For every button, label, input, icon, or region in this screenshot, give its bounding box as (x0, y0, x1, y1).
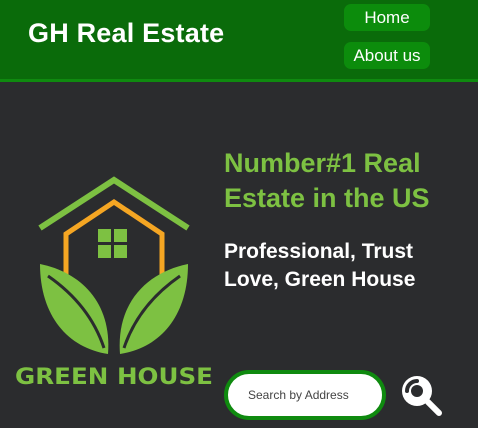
brand-title: GH Real Estate (28, 18, 225, 48)
logo-text: GREEN HOUSE (15, 364, 213, 388)
hero-headline: Number#1 Real Estate in the US (224, 146, 478, 216)
headline-line-2: Estate in the US (224, 183, 430, 213)
hero-tagline: Professional, Trust Love, Green House (224, 238, 478, 294)
nav-home-button[interactable]: Home (344, 4, 430, 31)
search-button[interactable] (398, 372, 444, 418)
nav-about-button[interactable]: About us (344, 42, 430, 69)
tagline-line-1: Professional, Trust (224, 240, 414, 263)
green-house-logo: GREEN HOUSE (15, 176, 213, 388)
search-icon (402, 376, 442, 416)
house-leaves-icon (38, 176, 190, 354)
tagline-line-2: Love, Green House (224, 268, 416, 291)
site-header: GH Real Estate Home About us (0, 0, 478, 82)
address-search-input[interactable] (224, 370, 386, 420)
headline-line-1: Number#1 Real (224, 148, 421, 178)
